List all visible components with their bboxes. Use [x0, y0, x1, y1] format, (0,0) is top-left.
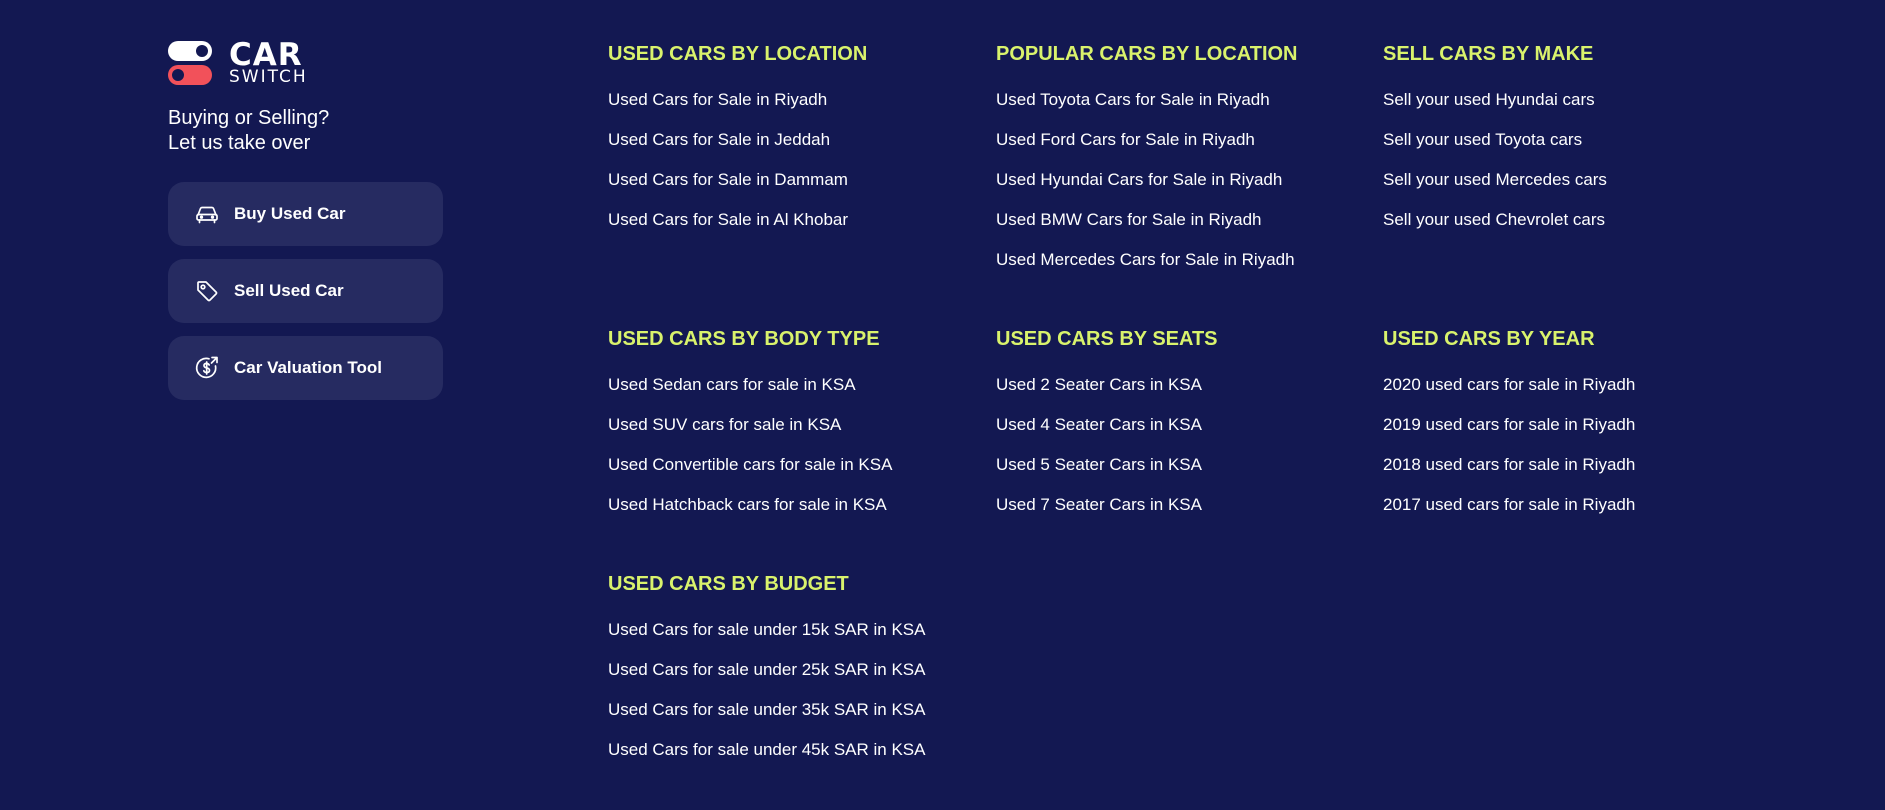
link-list: Sell your used Hyundai cars Sell your us… [1383, 80, 1743, 240]
link-list: Used Toyota Cars for Sale in Riyadh Used… [996, 80, 1356, 280]
link-used-cars-dammam[interactable]: Used Cars for Sale in Dammam [608, 170, 848, 189]
link-sedan[interactable]: Used Sedan cars for sale in KSA [608, 375, 856, 394]
link-used-cars-riyadh[interactable]: Used Cars for Sale in Riyadh [608, 90, 827, 109]
link-year-2017[interactable]: 2017 used cars for sale in Riyadh [1383, 495, 1635, 514]
section-title: USED CARS BY SEATS [996, 328, 1218, 350]
link-bmw-riyadh[interactable]: Used BMW Cars for Sale in Riyadh [996, 210, 1261, 229]
section-used-cars-by-seats: USED CARS BY SEATS Used 2 Seater Cars in… [996, 325, 1356, 525]
section-used-cars-by-location: USED CARS BY LOCATION Used Cars for Sale… [608, 40, 968, 240]
link-5-seater[interactable]: Used 5 Seater Cars in KSA [996, 455, 1202, 474]
link-sell-mercedes[interactable]: Sell your used Mercedes cars [1383, 170, 1607, 189]
link-7-seater[interactable]: Used 7 Seater Cars in KSA [996, 495, 1202, 514]
action-buttons: Buy Used Car Sell Used Car Car Valuation… [168, 182, 458, 400]
price-tag-icon [194, 278, 220, 304]
link-sell-toyota[interactable]: Sell your used Toyota cars [1383, 130, 1582, 149]
link-toyota-riyadh[interactable]: Used Toyota Cars for Sale in Riyadh [996, 90, 1270, 109]
link-year-2019[interactable]: 2019 used cars for sale in Riyadh [1383, 415, 1635, 434]
section-used-cars-by-body-type: USED CARS BY BODY TYPE Used Sedan cars f… [608, 325, 968, 525]
logo-toggle-off [168, 65, 212, 85]
link-hyundai-riyadh[interactable]: Used Hyundai Cars for Sale in Riyadh [996, 170, 1282, 189]
logo-toggle-mark [168, 41, 212, 85]
link-under-25k[interactable]: Used Cars for sale under 25k SAR in KSA [608, 660, 925, 679]
sell-used-car-button[interactable]: Sell Used Car [168, 259, 443, 323]
section-title: SELL CARS BY MAKE [1383, 43, 1594, 65]
carswitch-logo[interactable]: CAR SWITCH [168, 36, 458, 87]
site-footer: CAR SWITCH Buying or Selling? Let us tak… [0, 0, 1885, 810]
link-4-seater[interactable]: Used 4 Seater Cars in KSA [996, 415, 1202, 434]
tagline-line-1: Buying or Selling? [168, 107, 330, 129]
logo-wordmark: CAR SWITCH [229, 36, 308, 87]
section-title: USED CARS BY YEAR [1383, 328, 1595, 350]
link-year-2020[interactable]: 2020 used cars for sale in Riyadh [1383, 375, 1635, 394]
logo-word-car: CAR [229, 36, 303, 73]
logo-word-switch: SWITCH [229, 66, 308, 87]
link-2-seater[interactable]: Used 2 Seater Cars in KSA [996, 375, 1202, 394]
section-title: USED CARS BY LOCATION [608, 43, 868, 65]
car-valuation-tool-label: Car Valuation Tool [234, 358, 382, 377]
link-year-2018[interactable]: 2018 used cars for sale in Riyadh [1383, 455, 1635, 474]
tagline: Buying or Selling? Let us take over [168, 106, 458, 156]
section-used-cars-by-year: USED CARS BY YEAR 2020 used cars for sal… [1383, 325, 1743, 525]
link-convertible[interactable]: Used Convertible cars for sale in KSA [608, 455, 892, 474]
car-valuation-tool-button[interactable]: Car Valuation Tool [168, 336, 443, 400]
link-under-45k[interactable]: Used Cars for sale under 45k SAR in KSA [608, 740, 925, 759]
buy-used-car-label: Buy Used Car [234, 204, 346, 223]
link-list: Used Cars for sale under 15k SAR in KSA … [608, 610, 968, 770]
link-mercedes-riyadh[interactable]: Used Mercedes Cars for Sale in Riyadh [996, 250, 1295, 269]
dollar-circle-icon [194, 355, 220, 381]
section-used-cars-by-budget: USED CARS BY BUDGET Used Cars for sale u… [608, 570, 968, 770]
sell-used-car-label: Sell Used Car [234, 281, 344, 300]
link-list: Used Sedan cars for sale in KSA Used SUV… [608, 365, 968, 525]
car-icon [194, 201, 220, 227]
section-title: POPULAR CARS BY LOCATION [996, 43, 1298, 65]
section-sell-cars-by-make: SELL CARS BY MAKE Sell your used Hyundai… [1383, 40, 1743, 240]
tagline-line-2: Let us take over [168, 132, 311, 154]
link-suv[interactable]: Used SUV cars for sale in KSA [608, 415, 841, 434]
link-list: 2020 used cars for sale in Riyadh 2019 u… [1383, 365, 1743, 525]
link-list: Used 2 Seater Cars in KSA Used 4 Seater … [996, 365, 1356, 525]
logo-toggle-on [168, 41, 212, 61]
brand-column: CAR SWITCH Buying or Selling? Let us tak… [168, 36, 458, 400]
link-under-35k[interactable]: Used Cars for sale under 35k SAR in KSA [608, 700, 925, 719]
link-used-cars-al-khobar[interactable]: Used Cars for Sale in Al Khobar [608, 210, 848, 229]
link-hatchback[interactable]: Used Hatchback cars for sale in KSA [608, 495, 887, 514]
link-sell-chevrolet[interactable]: Sell your used Chevrolet cars [1383, 210, 1605, 229]
section-title: USED CARS BY BODY TYPE [608, 328, 880, 350]
section-popular-cars-by-location: POPULAR CARS BY LOCATION Used Toyota Car… [996, 40, 1356, 280]
link-list: Used Cars for Sale in Riyadh Used Cars f… [608, 80, 968, 240]
link-under-15k[interactable]: Used Cars for sale under 15k SAR in KSA [608, 620, 925, 639]
buy-used-car-button[interactable]: Buy Used Car [168, 182, 443, 246]
section-title: USED CARS BY BUDGET [608, 573, 849, 595]
link-sell-hyundai[interactable]: Sell your used Hyundai cars [1383, 90, 1595, 109]
link-used-cars-jeddah[interactable]: Used Cars for Sale in Jeddah [608, 130, 830, 149]
link-ford-riyadh[interactable]: Used Ford Cars for Sale in Riyadh [996, 130, 1255, 149]
